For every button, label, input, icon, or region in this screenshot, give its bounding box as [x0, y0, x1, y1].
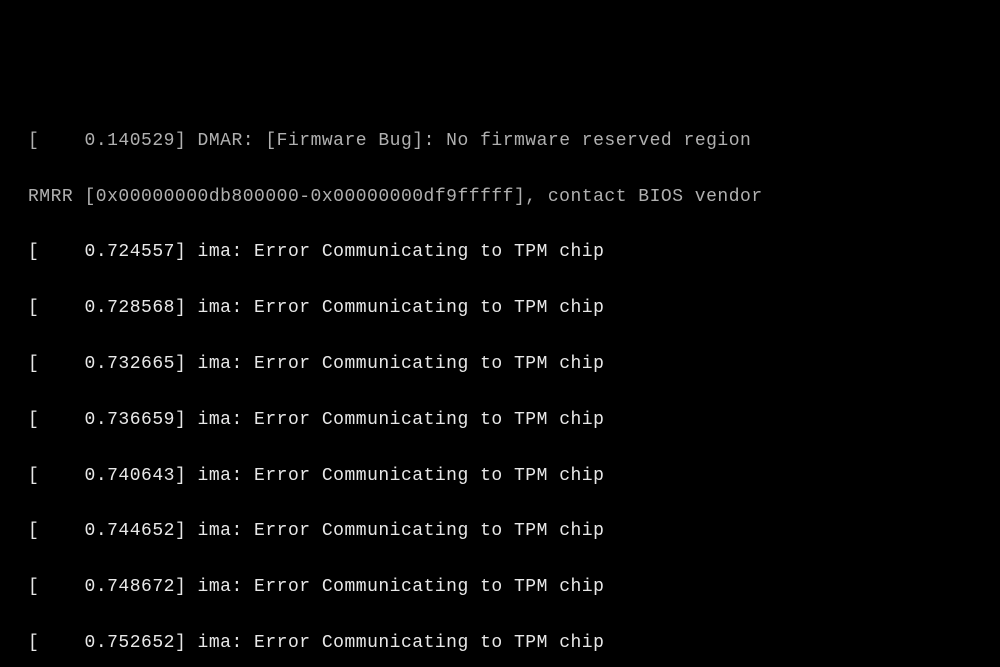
boot-line: [ 0.140529] DMAR: [Firmware Bug]: No fir… — [28, 128, 1000, 156]
bracket-open: [ — [28, 131, 85, 151]
boot-line: [ 0.740643] ima: Error Communicating to … — [28, 463, 1000, 491]
timestamp: 0.744652 — [85, 521, 175, 541]
log-message: DMAR: [Firmware Bug]: No firmware reserv… — [198, 131, 763, 151]
bracket-open: [ — [28, 521, 85, 541]
bracket-close: ] — [175, 466, 198, 486]
log-message: ima: Error Communicating to TPM chip — [198, 633, 605, 653]
boot-line: RMRR [0x00000000db800000-0x00000000df9ff… — [28, 184, 1000, 212]
timestamp: 0.724557 — [85, 242, 175, 262]
timestamp: 0.732665 — [85, 354, 175, 374]
log-message: ima: Error Communicating to TPM chip — [198, 354, 605, 374]
boot-line: [ 0.744652] ima: Error Communicating to … — [28, 518, 1000, 546]
boot-line: [ 0.736659] ima: Error Communicating to … — [28, 407, 1000, 435]
bracket-close: ] — [175, 354, 198, 374]
bracket-open: [ — [28, 354, 85, 374]
bracket-open: [ — [28, 577, 85, 597]
bracket-close: ] — [175, 577, 198, 597]
log-message: ima: Error Communicating to TPM chip — [198, 410, 605, 430]
bracket-close: ] — [175, 633, 198, 653]
log-message: ima: Error Communicating to TPM chip — [198, 577, 605, 597]
bracket-open: [ — [28, 410, 85, 430]
boot-line: [ 0.724557] ima: Error Communicating to … — [28, 239, 1000, 267]
boot-line: [ 0.732665] ima: Error Communicating to … — [28, 351, 1000, 379]
log-message: ima: Error Communicating to TPM chip — [198, 242, 605, 262]
bracket-close: ] — [175, 410, 198, 430]
bracket-open: [ — [28, 298, 85, 318]
timestamp: 0.740643 — [85, 466, 175, 486]
timestamp: 0.728568 — [85, 298, 175, 318]
timestamp: 0.752652 — [85, 633, 175, 653]
bracket-close: ] — [175, 242, 198, 262]
bracket-close: ] — [175, 131, 198, 151]
bracket-close: ] — [175, 521, 198, 541]
boot-line: [ 0.752652] ima: Error Communicating to … — [28, 630, 1000, 658]
bracket-open: [ — [28, 242, 85, 262]
timestamp: 0.748672 — [85, 577, 175, 597]
log-message: ima: Error Communicating to TPM chip — [198, 466, 605, 486]
bracket-close: ] — [175, 298, 198, 318]
boot-line: [ 0.748672] ima: Error Communicating to … — [28, 574, 1000, 602]
boot-console: [ 0.140529] DMAR: [Firmware Bug]: No fir… — [0, 0, 1000, 667]
log-message: ima: Error Communicating to TPM chip — [198, 298, 605, 318]
bracket-open: [ — [28, 633, 85, 653]
log-message: ima: Error Communicating to TPM chip — [198, 521, 605, 541]
timestamp: 0.736659 — [85, 410, 175, 430]
log-message: RMRR [0x00000000db800000-0x00000000df9ff… — [28, 187, 763, 207]
timestamp: 0.140529 — [85, 131, 175, 151]
bracket-open: [ — [28, 466, 85, 486]
boot-line: [ 0.728568] ima: Error Communicating to … — [28, 295, 1000, 323]
